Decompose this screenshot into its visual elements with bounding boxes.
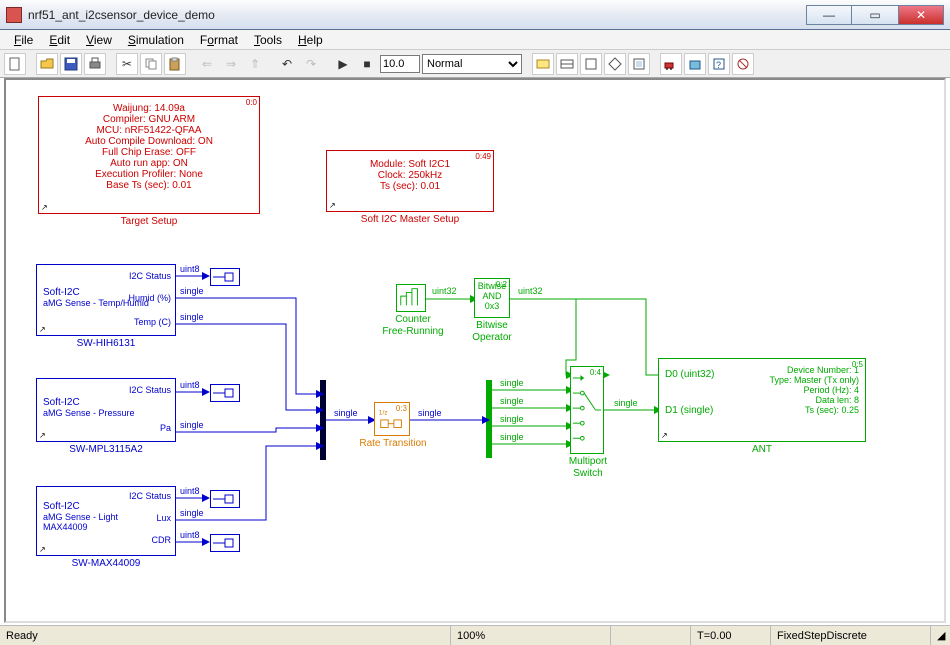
link-icon: ↗ (329, 201, 336, 210)
tb-icon-7[interactable] (684, 53, 706, 75)
terminator-mpl-status[interactable] (210, 384, 240, 402)
block-bitwise[interactable]: 0:2 Bitwise AND 0x3 (474, 278, 510, 318)
terminator-hih-status[interactable] (210, 268, 240, 286)
terminator-max-status[interactable] (210, 490, 240, 508)
window-titlebar: nrf51_ant_i2csensor_device_demo — ▭ ✕ (0, 0, 950, 30)
caption-max: SW-MAX44009 (36, 558, 176, 569)
nav-fwd-button[interactable]: ⇒ (220, 53, 242, 75)
block-target-setup[interactable]: 0:0 Waijung: 14.09a Compiler: GNU ARM MC… (38, 96, 260, 214)
block-i2c-setup[interactable]: 0:49 Module: Soft I2C1 Clock: 250kHz Ts … (326, 150, 494, 212)
block-rate-transition[interactable]: 0:3 1/z (374, 402, 410, 436)
minimize-button[interactable]: — (806, 5, 852, 25)
caption-bitwise2: Operator (462, 332, 522, 343)
tb-icon-2[interactable] (556, 53, 578, 75)
nav-up-button[interactable]: ⇑ (244, 53, 266, 75)
window-title: nrf51_ant_i2csensor_device_demo (28, 8, 806, 22)
open-button[interactable] (36, 53, 58, 75)
caption-mps2: Switch (558, 468, 618, 479)
caption-rate: Rate Transition (352, 438, 434, 449)
caption-ant: ANT (658, 444, 866, 455)
status-zoom: 100% (450, 626, 610, 645)
cut-button[interactable]: ✂ (116, 53, 138, 75)
copy-button[interactable] (140, 53, 162, 75)
model-canvas[interactable]: 0:0 Waijung: 14.09a Compiler: GNU ARM MC… (4, 78, 946, 623)
sim-mode-select[interactable]: Normal (422, 54, 522, 74)
close-button[interactable]: ✕ (898, 5, 944, 25)
block-max44009[interactable]: Soft-I2C aMG Sense - Light MAX44009 I2C … (36, 486, 176, 556)
block-ant[interactable]: 0:5 D0 (uint32) D1 (single) Device Numbe… (658, 358, 866, 442)
menu-view[interactable]: View (78, 31, 120, 49)
new-button[interactable] (4, 53, 26, 75)
status-solver: FixedStepDiscrete (770, 626, 930, 645)
menubar: File Edit View Simulation Format Tools H… (0, 30, 950, 50)
tb-icon-6[interactable] (660, 53, 682, 75)
status-time: T=0.00 (690, 626, 770, 645)
block-counter[interactable] (396, 284, 426, 312)
menu-file[interactable]: File (6, 31, 41, 49)
nav-back-button[interactable]: ⇐ (196, 53, 218, 75)
caption-counter2: Free-Running (374, 326, 452, 337)
svg-text:?: ? (716, 60, 721, 70)
status-empty (610, 626, 690, 645)
caption-counter1: Counter (374, 314, 452, 325)
terminator-max-cdr[interactable] (210, 534, 240, 552)
status-bar: Ready 100% T=0.00 FixedStepDiscrete ◢ (0, 625, 950, 645)
caption-bitwise1: Bitwise (462, 320, 522, 331)
link-icon: ↗ (41, 203, 48, 212)
link-icon: ↗ (39, 545, 46, 554)
menu-tools[interactable]: Tools (246, 31, 290, 49)
block-multiport-switch[interactable]: 0:4 (570, 366, 604, 454)
caption-mpl: SW-MPL3115A2 (36, 444, 176, 455)
tb-icon-5[interactable] (628, 53, 650, 75)
stop-time-input[interactable] (380, 55, 420, 73)
caption-i2c-setup: Soft I2C Master Setup (326, 214, 494, 225)
toolbar: ✂ ⇐ ⇒ ⇑ ↶ ↷ ▶ ■ Normal ? (0, 50, 950, 78)
run-button[interactable]: ▶ (332, 53, 354, 75)
link-icon: ↗ (661, 431, 668, 440)
caption-mps1: Multiport (558, 456, 618, 467)
tb-icon-9[interactable] (732, 53, 754, 75)
caption-target-setup: Target Setup (38, 216, 260, 227)
tb-icon-4[interactable] (604, 53, 626, 75)
menu-help[interactable]: Help (290, 31, 331, 49)
menu-edit[interactable]: Edit (41, 31, 78, 49)
redo-button[interactable]: ↷ (300, 53, 322, 75)
tb-icon-3[interactable] (580, 53, 602, 75)
link-icon: ↗ (39, 325, 46, 334)
menu-format[interactable]: Format (192, 31, 246, 49)
resize-grip[interactable]: ◢ (930, 626, 950, 645)
maximize-button[interactable]: ▭ (852, 5, 898, 25)
stop-button[interactable]: ■ (356, 53, 378, 75)
tb-icon-8[interactable]: ? (708, 53, 730, 75)
undo-button[interactable]: ↶ (276, 53, 298, 75)
tb-icon-1[interactable] (532, 53, 554, 75)
app-icon (6, 7, 22, 23)
block-mpl3115a2[interactable]: Soft-I2C aMG Sense - Pressure I2C Status… (36, 378, 176, 442)
save-button[interactable] (60, 53, 82, 75)
paste-button[interactable] (164, 53, 186, 75)
print-button[interactable] (84, 53, 106, 75)
link-icon: ↗ (39, 431, 46, 440)
status-ready: Ready (0, 630, 450, 642)
block-hih6131[interactable]: Soft-I2C aMG Sense - Temp/Humid I2C Stat… (36, 264, 176, 336)
svg-text:1/z: 1/z (379, 409, 388, 416)
caption-hih: SW-HIH6131 (36, 338, 176, 349)
menu-simulation[interactable]: Simulation (120, 31, 192, 49)
